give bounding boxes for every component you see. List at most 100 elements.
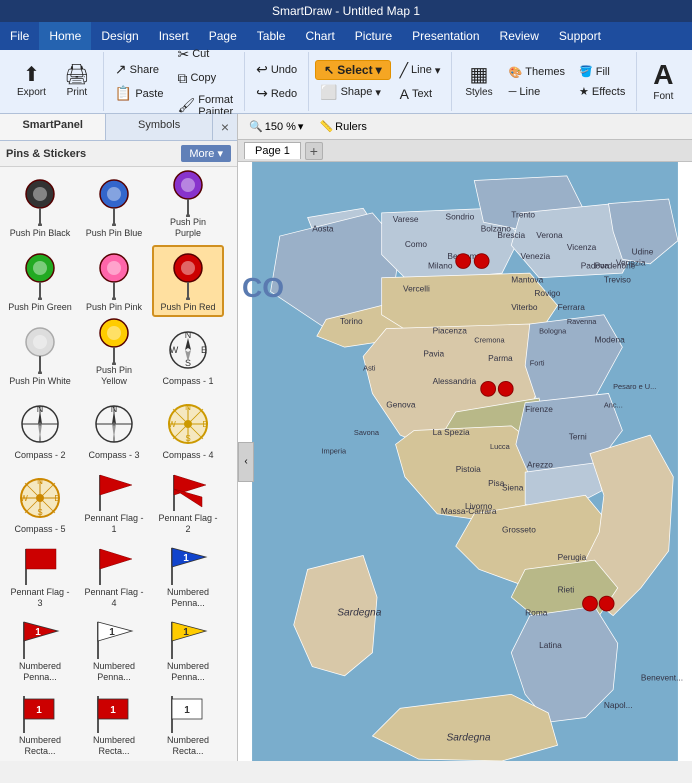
shape-button[interactable]: ⬜ Shape ▾: [315, 81, 390, 104]
symbol-item-push-pin-purple[interactable]: Push Pin Purple: [152, 171, 224, 243]
export-button[interactable]: ⬆ Export: [10, 61, 53, 102]
svg-text:Alessandria: Alessandria: [433, 376, 477, 386]
symbol-item-pennant-flag-2[interactable]: Pennant Flag - 2: [152, 467, 224, 539]
push-pin-white-icon: [18, 323, 62, 376]
fill-icon: 🪣: [579, 65, 593, 78]
symbol-item-numbered-penna-1[interactable]: 1 Numbered Penna...: [152, 541, 224, 613]
symbol-item-numbered-penna-2[interactable]: 1 Numbered Penna...: [4, 615, 76, 687]
symbol-item-numbered-recta-2[interactable]: 1 Numbered Recta...: [78, 689, 150, 761]
zoom-button[interactable]: 🔍 150 % ▾: [244, 118, 308, 135]
paste-icon: 📋: [115, 85, 132, 102]
add-page-button[interactable]: +: [305, 142, 323, 160]
numbered-penna-3-label: Numbered Penna...: [82, 661, 146, 683]
panel-close-button[interactable]: ×: [213, 114, 237, 140]
svg-text:E: E: [54, 494, 59, 503]
symbol-item-push-pin-pink[interactable]: Push Pin Pink: [78, 245, 150, 317]
numbered-penna-2-icon: 1: [18, 617, 62, 661]
svg-text:Roma: Roma: [525, 608, 548, 618]
symbol-item-compass-1[interactable]: N S W E Compass - 1: [152, 319, 224, 391]
symbol-item-pennant-flag-1[interactable]: Pennant Flag - 1: [78, 467, 150, 539]
fill-button[interactable]: 🪣 Fill: [574, 62, 630, 81]
svg-text:Rovigo: Rovigo: [534, 288, 560, 298]
symbol-item-pennant-flag-4[interactable]: Pennant Flag - 4: [78, 541, 150, 613]
svg-text:Vicenza: Vicenza: [567, 242, 597, 252]
push-pin-red-label: Push Pin Red: [160, 302, 215, 313]
more-button[interactable]: More ▾: [181, 145, 231, 162]
rulers-button[interactable]: 📏 Rulers: [314, 118, 372, 135]
svg-text:Verona: Verona: [536, 230, 563, 240]
svg-text:1: 1: [184, 705, 190, 716]
themes-button[interactable]: 🎨 Themes: [504, 63, 570, 82]
symbol-item-numbered-penna-3[interactable]: 1 Numbered Penna...: [78, 615, 150, 687]
symbol-item-numbered-recta-3[interactable]: 1 Numbered Recta...: [152, 689, 224, 761]
menu-item-picture[interactable]: Picture: [345, 22, 402, 50]
svg-text:Arezzo: Arezzo: [527, 460, 553, 470]
main-area: SmartPanel Symbols × Pins & Stickers Mor…: [0, 114, 692, 761]
undo-button[interactable]: ↩ Undo: [251, 58, 302, 81]
copy-button[interactable]: ⧉ Copy: [172, 67, 238, 90]
symbol-item-push-pin-blue[interactable]: Push Pin Blue: [78, 171, 150, 243]
text-button[interactable]: A Text: [395, 83, 446, 105]
symbol-item-compass-3[interactable]: N Compass - 3: [78, 393, 150, 465]
compass-5-icon: N S W E: [18, 471, 62, 524]
symbol-item-push-pin-red[interactable]: Push Pin Red: [152, 245, 224, 317]
menu-item-file[interactable]: File: [0, 22, 39, 50]
symbol-item-compass-2[interactable]: N Compass - 2: [4, 393, 76, 465]
svg-text:Firenze: Firenze: [525, 404, 553, 414]
smartpanel-tab[interactable]: SmartPanel: [0, 114, 106, 140]
line-text-col: ╱ Line ▾ A Text: [395, 59, 446, 105]
redo-icon: ↪: [256, 85, 268, 102]
symbol-item-numbered-recta-1[interactable]: 1 Numbered Recta...: [4, 689, 76, 761]
push-pin-white-label: Push Pin White: [9, 376, 71, 387]
svg-text:Aosta: Aosta: [312, 223, 334, 233]
effects-button[interactable]: ★ Effects: [574, 82, 630, 101]
line-style-button[interactable]: ─ Line: [504, 83, 570, 101]
canvas-area: 🔍 150 % ▾ 📏 Rulers Page 1 +: [238, 114, 692, 761]
menu-item-home[interactable]: Home: [39, 22, 91, 50]
svg-text:Parma: Parma: [488, 353, 513, 363]
page-1-tab[interactable]: Page 1: [244, 142, 301, 159]
menu-item-review[interactable]: Review: [490, 22, 549, 50]
symbol-item-pennant-flag-3[interactable]: Pennant Flag - 3: [4, 541, 76, 613]
numbered-recta-3-label: Numbered Recta...: [156, 735, 220, 757]
ribbon-group-font: A Font: [637, 52, 689, 111]
symbol-item-push-pin-black[interactable]: Push Pin Black: [4, 171, 76, 243]
menu-item-chart[interactable]: Chart: [295, 22, 344, 50]
menu-item-design[interactable]: Design: [91, 22, 148, 50]
menu-item-presentation[interactable]: Presentation: [402, 22, 489, 50]
menu-item-support[interactable]: Support: [549, 22, 611, 50]
svg-text:Udine: Udine: [632, 247, 654, 257]
symbol-item-push-pin-white[interactable]: Push Pin White: [4, 319, 76, 391]
symbol-item-push-pin-green[interactable]: Push Pin Green: [4, 245, 76, 317]
select-button[interactable]: ↖ Select ▾: [315, 60, 390, 80]
ribbon-group-styles: ▦ Styles 🎨 Themes ─ Line 🪣 Fill ★ Effect…: [452, 52, 637, 111]
compass-2-icon: N: [18, 397, 62, 450]
svg-text:Terni: Terni: [569, 432, 587, 442]
compass-2-label: Compass - 2: [14, 450, 65, 461]
canvas[interactable]: .region { stroke: white; stroke-width: 0…: [238, 162, 692, 761]
menu-item-table[interactable]: Table: [247, 22, 296, 50]
line-button[interactable]: ╱ Line ▾: [395, 59, 446, 82]
font-button[interactable]: A Font: [643, 57, 683, 106]
svg-text:1: 1: [109, 627, 115, 638]
svg-text:Milano: Milano: [428, 260, 453, 270]
push-pin-yellow-label: Push Pin Yellow: [82, 365, 146, 387]
redo-button[interactable]: ↪ Redo: [251, 82, 302, 105]
symbol-item-compass-5[interactable]: N S W E Compass - 5: [4, 467, 76, 539]
styles-button[interactable]: ▦ Styles: [458, 61, 499, 102]
symbol-item-numbered-penna-4[interactable]: 1 Numbered Penna...: [152, 615, 224, 687]
symbol-item-compass-4[interactable]: N S W E Compass - 4: [152, 393, 224, 465]
print-button[interactable]: 🖨 Print: [57, 61, 97, 102]
svg-text:1: 1: [35, 627, 41, 638]
symbol-item-push-pin-yellow[interactable]: Push Pin Yellow: [78, 319, 150, 391]
share-button[interactable]: ↗ Share: [110, 58, 169, 81]
svg-text:E: E: [201, 345, 207, 355]
ribbon-group-undo: ↩ Undo ↪ Redo: [245, 52, 309, 111]
share-col: ↗ Share 📋 Paste: [110, 58, 169, 105]
svg-text:1: 1: [183, 553, 189, 564]
svg-text:Piacenza: Piacenza: [433, 325, 468, 335]
scroll-left-button[interactable]: ‹: [238, 442, 254, 482]
symbols-tab[interactable]: Symbols: [106, 114, 212, 140]
paste-button[interactable]: 📋 Paste: [110, 82, 169, 105]
cut-button[interactable]: ✂ Cut: [172, 43, 238, 66]
